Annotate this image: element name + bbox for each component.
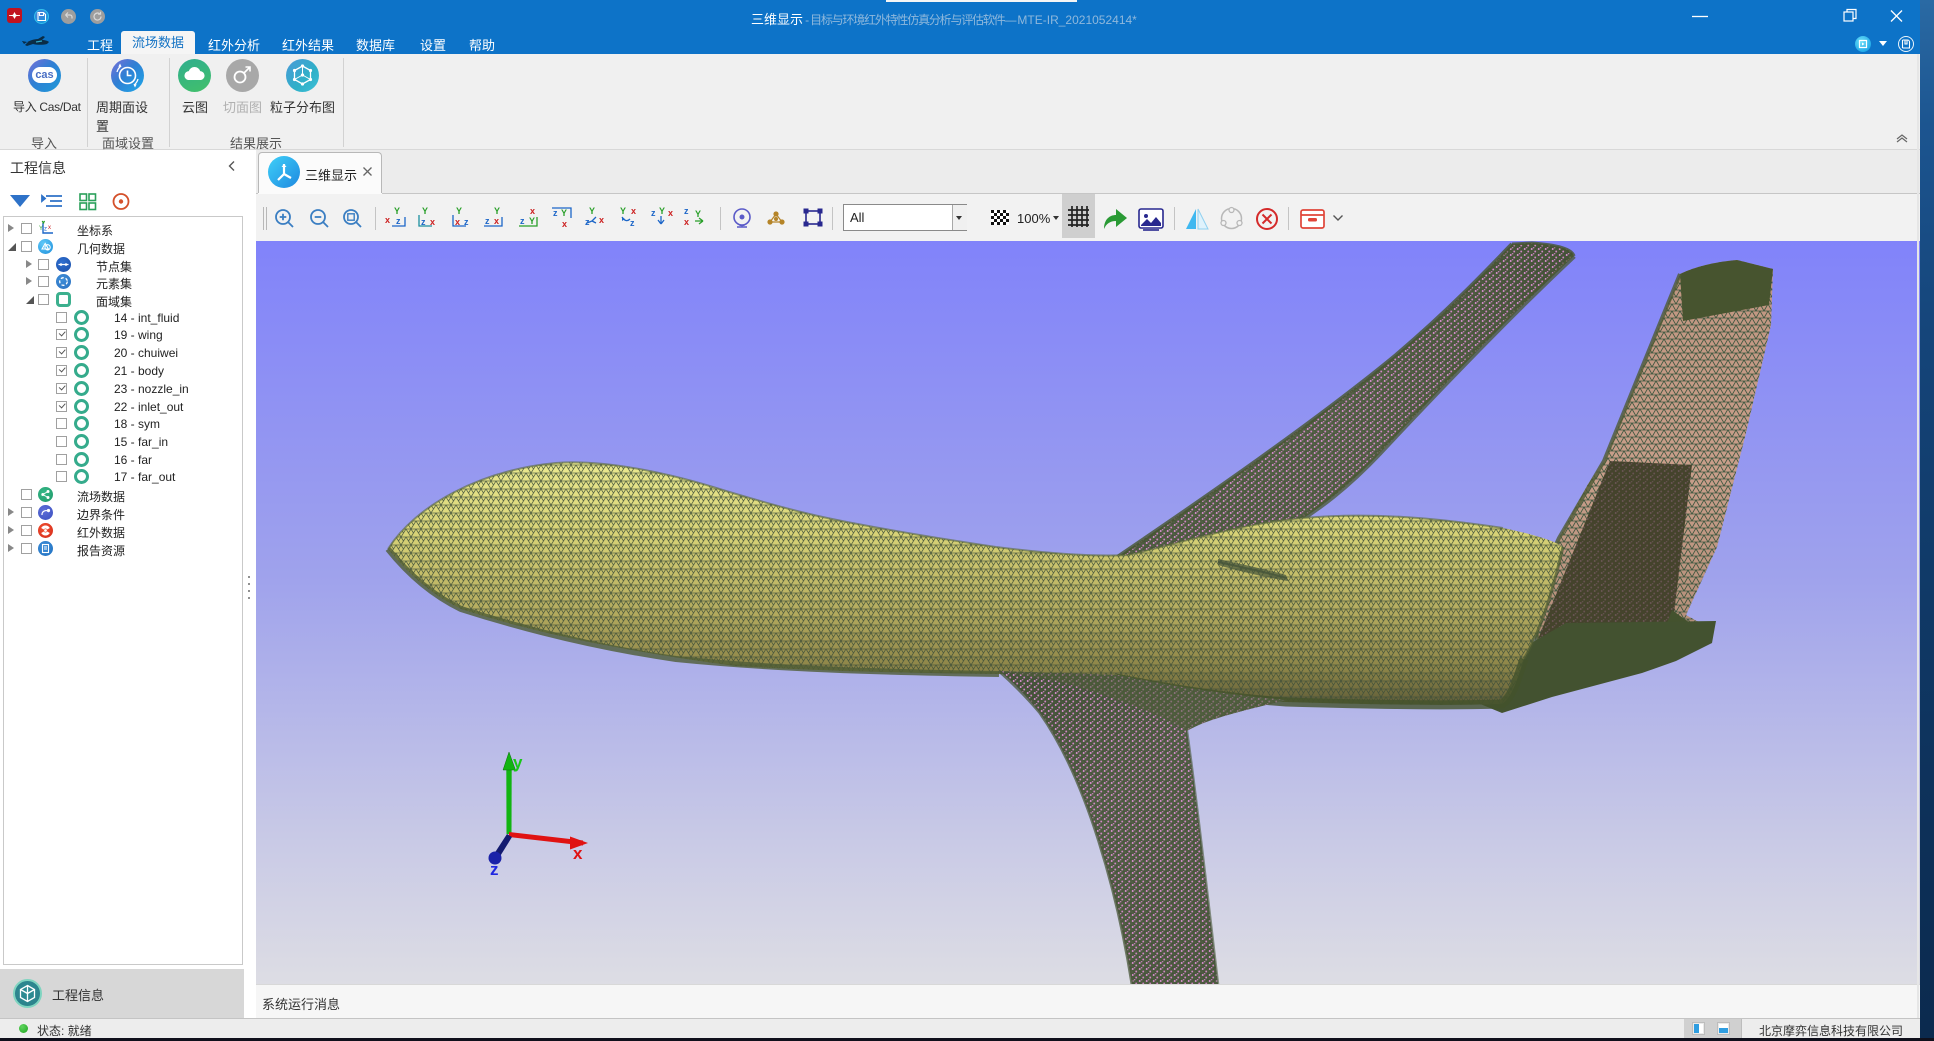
svg-text:Y: Y	[422, 206, 428, 216]
svg-text:x: x	[631, 206, 636, 216]
svg-text:Y: Y	[659, 206, 665, 216]
svg-text:Y: Y	[695, 209, 701, 219]
svg-text:Y: Y	[529, 216, 535, 226]
svg-text:x: x	[385, 215, 390, 225]
svg-text:z: z	[630, 218, 635, 228]
svg-text:x: x	[573, 844, 583, 863]
svg-text:z: z	[485, 216, 490, 226]
svg-text:z: z	[396, 216, 401, 226]
svg-text:Y: Y	[561, 208, 567, 218]
svg-text:z: z	[651, 208, 656, 218]
svg-text:z: z	[684, 206, 689, 216]
svg-text:Y: Y	[589, 206, 595, 216]
svg-text:Y: Y	[494, 206, 500, 216]
svg-text:x: x	[494, 216, 499, 226]
svg-text:Y: Y	[456, 206, 462, 216]
svg-text:x: x	[48, 225, 51, 231]
svg-text:z: z	[44, 227, 47, 233]
svg-text:x: x	[562, 219, 567, 229]
svg-text:Y: Y	[620, 206, 626, 216]
svg-text:z: z	[520, 216, 525, 226]
svg-text:x: x	[599, 215, 604, 225]
svg-text:z: z	[490, 860, 499, 879]
svg-text:y: y	[513, 753, 523, 772]
svg-text:x: x	[668, 208, 673, 218]
svg-text:Y: Y	[39, 226, 43, 232]
svg-text:z: z	[553, 208, 558, 218]
svg-text:Y: Y	[394, 206, 400, 216]
svg-text:x: x	[530, 206, 535, 216]
svg-text:x: x	[684, 217, 689, 227]
